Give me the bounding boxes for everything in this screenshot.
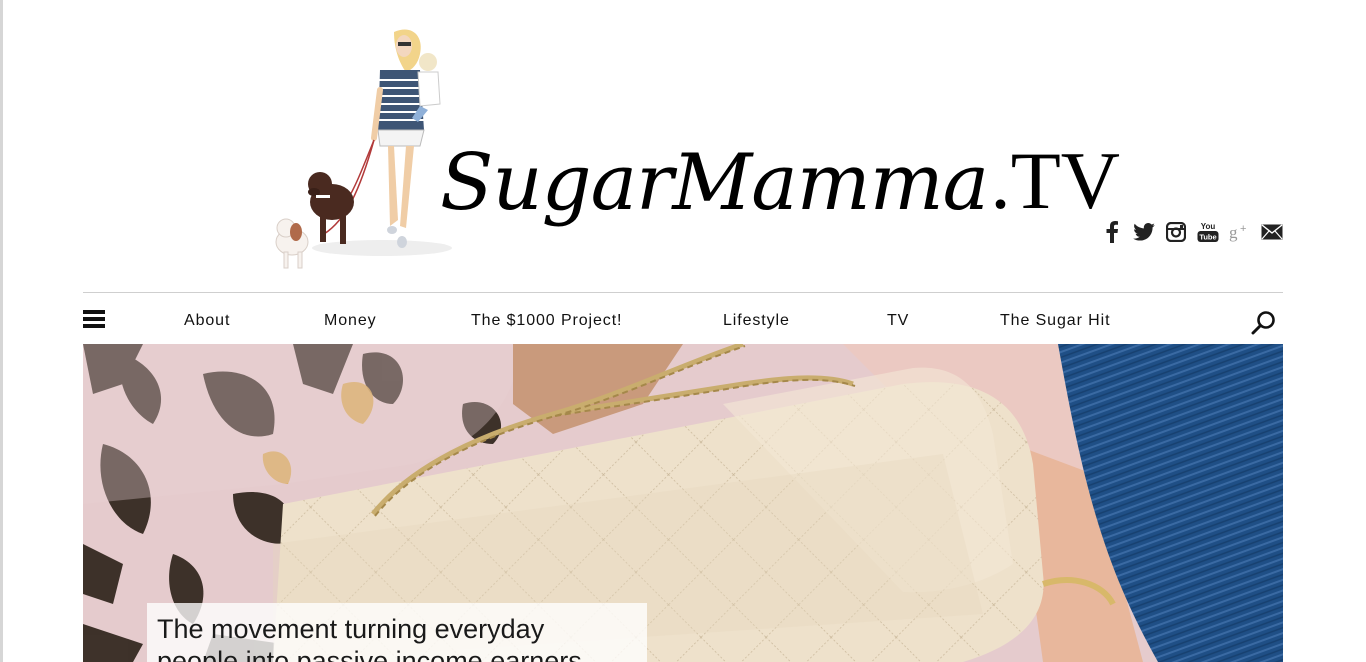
- nav-item-about[interactable]: About: [184, 312, 230, 330]
- nav-item-lifestyle[interactable]: Lifestyle: [723, 312, 790, 330]
- featured-hero[interactable]: The movement turning everyday people int…: [83, 344, 1283, 662]
- svg-text:+: +: [1240, 223, 1246, 235]
- main-nav: About Money The $1000 Project! Lifestyle…: [83, 298, 1283, 344]
- svg-text:Tube: Tube: [1199, 233, 1216, 242]
- nav-item-money[interactable]: Money: [324, 312, 377, 330]
- search-icon[interactable]: [1251, 310, 1277, 336]
- nav-divider: [83, 292, 1283, 293]
- nav-item-sugar-hit[interactable]: The Sugar Hit: [1000, 312, 1110, 330]
- google-plus-icon[interactable]: g +: [1228, 220, 1252, 244]
- facebook-icon[interactable]: [1100, 220, 1124, 244]
- site-logo[interactable]: SugarMamma .TV: [440, 92, 1120, 228]
- window-edge: [0, 0, 3, 662]
- svg-text:g: g: [1229, 223, 1238, 242]
- hamburger-icon[interactable]: [83, 310, 105, 332]
- svg-text:You: You: [1201, 222, 1216, 231]
- nav-item-tv[interactable]: TV: [887, 312, 909, 330]
- envelope-icon[interactable]: [1260, 220, 1284, 244]
- logo-script-text: SugarMamma: [440, 138, 989, 228]
- instagram-icon[interactable]: [1164, 220, 1188, 244]
- hero-caption[interactable]: The movement turning everyday people int…: [147, 603, 647, 662]
- logo-suffix-text: .TV: [990, 135, 1120, 226]
- twitter-icon[interactable]: [1132, 220, 1156, 244]
- logo-illustration[interactable]: [262, 20, 462, 282]
- social-links: You Tube g +: [1100, 220, 1284, 244]
- hero-title[interactable]: The movement turning everyday people int…: [157, 613, 617, 662]
- nav-item-1000-project[interactable]: The $1000 Project!: [471, 312, 622, 330]
- youtube-icon[interactable]: You Tube: [1196, 220, 1220, 244]
